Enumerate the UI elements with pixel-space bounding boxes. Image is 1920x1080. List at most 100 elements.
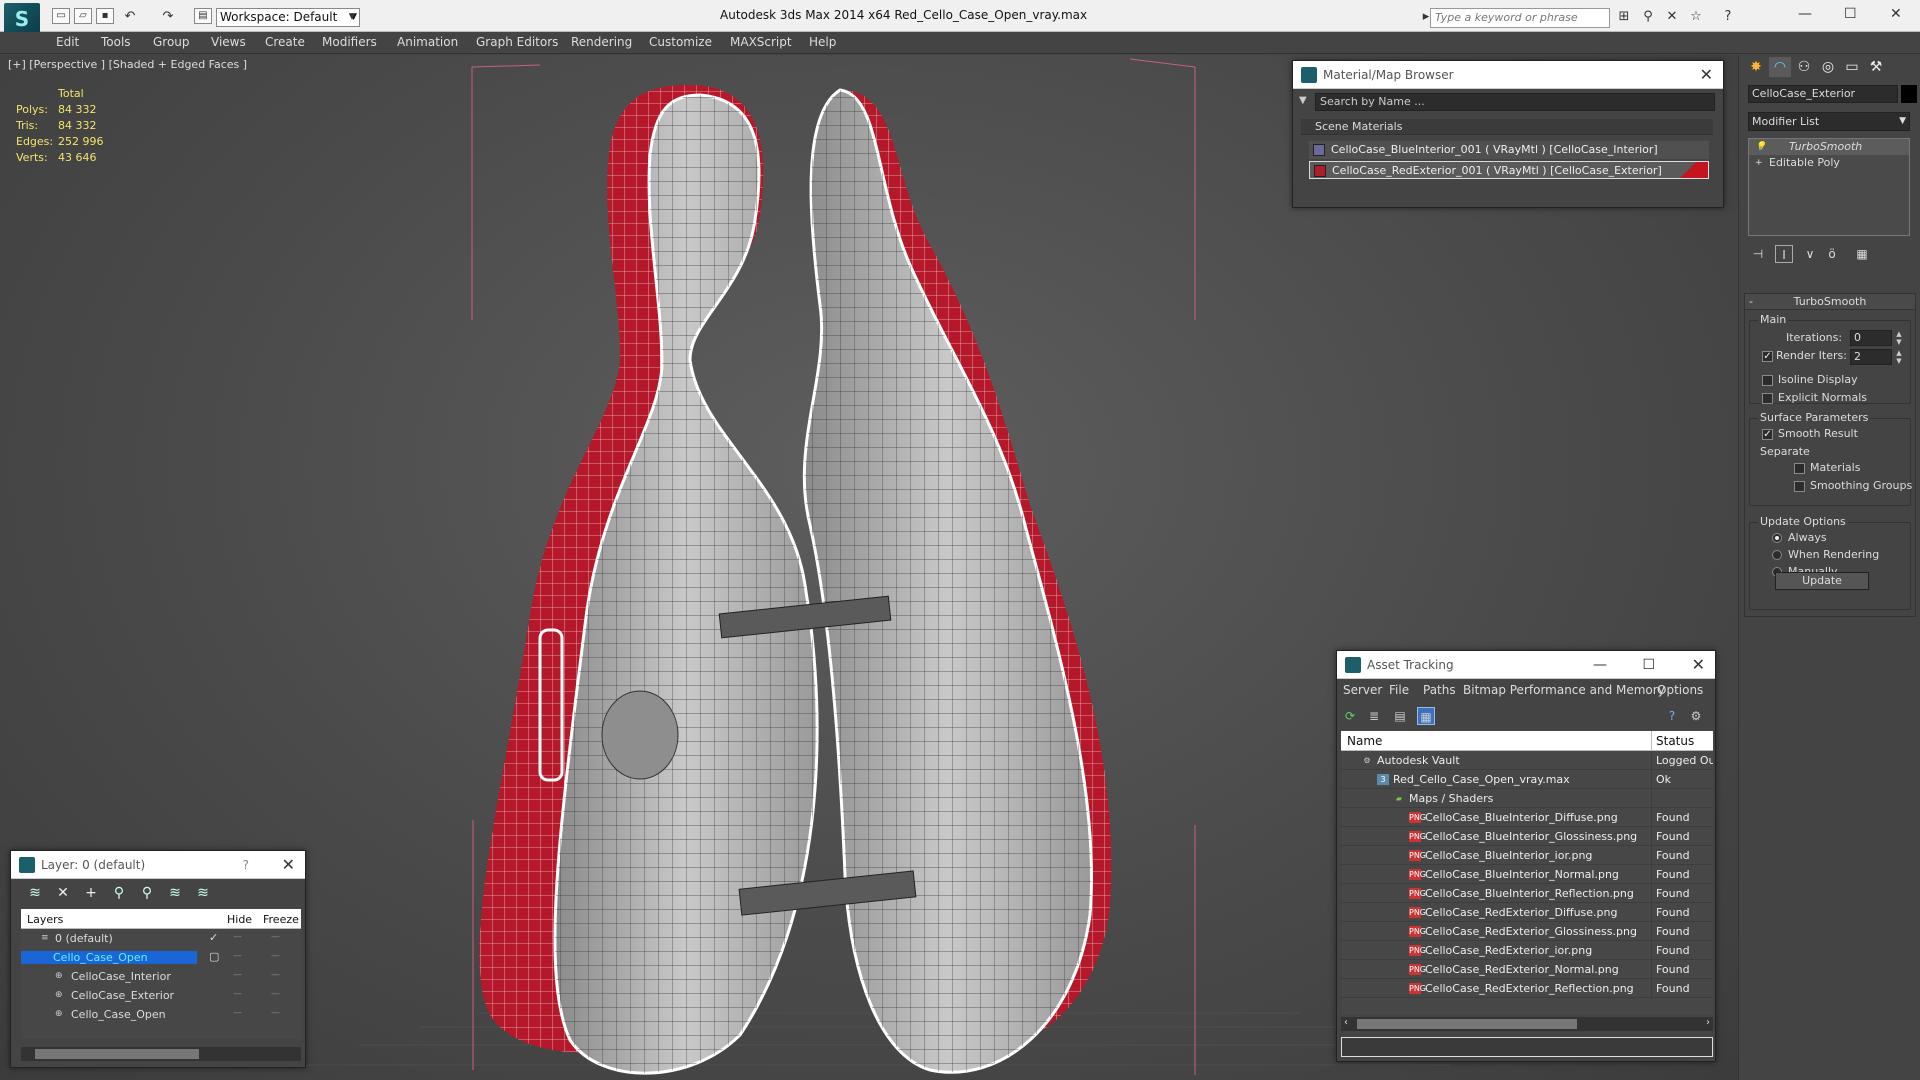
scrollbar-thumb[interactable] <box>35 1049 199 1059</box>
workspace-dropdown[interactable]: Workspace: Default ▼ <box>216 8 360 27</box>
horizontal-scrollbar[interactable]: ‹ › <box>1341 1017 1713 1031</box>
rollout-header[interactable]: - TurboSmooth <box>1745 294 1915 310</box>
communication-icon[interactable]: ✕ <box>1664 10 1680 24</box>
layer-row[interactable]: Cello_Case_Open ▢ — — <box>21 948 301 967</box>
table-row[interactable]: PNG CelloCase_BlueInterior_ior.png Found <box>1341 846 1713 865</box>
pin-stack-icon[interactable]: ⊣ <box>1749 245 1767 263</box>
project-folder-icon[interactable]: ▤ <box>194 8 212 24</box>
explicit-normals-checkbox[interactable] <box>1762 393 1773 404</box>
table-view-icon[interactable]: ▦ <box>1417 707 1435 725</box>
material-item[interactable]: CelloCase_BlueInterior_001 ( VRayMtl ) [… <box>1309 141 1709 159</box>
material-search-input[interactable]: Search by Name ... <box>1315 93 1715 111</box>
menu-tools[interactable]: Tools <box>101 35 131 49</box>
table-row[interactable]: PNG CelloCase_BlueInterior_Normal.png Foun… <box>1341 865 1713 884</box>
iterations-spinner[interactable]: 0 <box>1850 330 1892 346</box>
asset-tracking-titlebar[interactable]: Asset Tracking — ☐ ✕ <box>1337 651 1715 679</box>
table-row[interactable]: 3 Red_Cello_Case_Open_vray.max Ok <box>1341 770 1713 789</box>
thumbnail-view-icon[interactable]: ▤ <box>1391 707 1409 725</box>
menu-edit[interactable]: Edit <box>56 35 79 49</box>
table-row[interactable]: PNG CelloCase_RedExterior_Diffuse.png Foun… <box>1341 903 1713 922</box>
table-row[interactable]: PNG CelloCase_RedExterior_Reflection.png F… <box>1341 979 1713 998</box>
update-button[interactable]: Update <box>1775 572 1869 590</box>
menu-help[interactable]: Help <box>809 35 836 49</box>
at-menu-file[interactable]: File <box>1389 683 1409 697</box>
layer-manager-icon[interactable]: ≋ <box>25 883 45 903</box>
stack-item-turbosmooth[interactable]: 💡 TurboSmooth <box>1749 139 1909 155</box>
layers-column-header[interactable]: Layers <box>27 913 63 926</box>
settings-help-icon[interactable]: ⚙ <box>1687 707 1705 725</box>
at-menu-bitmap-performance[interactable]: Bitmap Performance and Memory <box>1463 683 1665 697</box>
status-column-header[interactable]: Status <box>1656 734 1694 748</box>
create-tab-icon[interactable]: ✸ <box>1745 57 1767 77</box>
menu-views[interactable]: Views <box>211 35 246 49</box>
table-row[interactable]: PNG CelloCase_BlueInterior_Glossiness.png… <box>1341 827 1713 846</box>
render-iters-spinner[interactable]: 2 <box>1850 349 1892 365</box>
menu-create[interactable]: Create <box>265 35 305 49</box>
redo-icon[interactable]: ↷ <box>160 10 176 24</box>
help-icon[interactable]: ? <box>1663 707 1681 725</box>
motion-tab-icon[interactable]: ◎ <box>1817 57 1839 77</box>
subscription-icon[interactable]: ⚲ <box>1640 10 1656 24</box>
new-file-icon[interactable]: ▭ <box>52 8 70 24</box>
render-iters-checkbox[interactable]: ✓ <box>1762 351 1773 362</box>
spinner-arrows-icon[interactable]: ▲ ▼ <box>1894 349 1904 365</box>
expand-plus-icon[interactable]: + <box>1755 155 1763 171</box>
at-menu-options[interactable]: Options <box>1657 683 1703 697</box>
table-row[interactable]: PNG CelloCase_RedExterior_Glossiness.png F… <box>1341 922 1713 941</box>
close-icon[interactable]: ✕ <box>1692 651 1705 679</box>
object-color-swatch[interactable] <box>1901 85 1917 103</box>
list-view-icon[interactable]: ≣ <box>1365 707 1383 725</box>
customize-arrow-icon[interactable]: ▾ <box>344 10 360 24</box>
layer-row[interactable]: ⊕ CelloCase_Exterior — — <box>21 986 301 1005</box>
table-row[interactable]: PNG CelloCase_RedExterior_ior.png Found <box>1341 941 1713 960</box>
lightbulb-icon[interactable]: 💡 <box>1755 139 1766 155</box>
freeze-all-icon[interactable]: ≋ <box>193 883 213 903</box>
horizontal-scrollbar[interactable] <box>21 1047 301 1061</box>
freeze-toggle[interactable]: — <box>271 970 280 980</box>
favorites-star-icon[interactable]: ☆ <box>1688 10 1704 24</box>
help-icon[interactable]: ? <box>1720 10 1736 24</box>
object-name-field[interactable]: CelloCase_Exterior <box>1748 85 1898 103</box>
binoculars-icon[interactable]: ⊞ <box>1616 10 1632 24</box>
close-icon[interactable]: ✕ <box>1890 6 1902 22</box>
smoothing-groups-checkbox[interactable] <box>1794 481 1805 492</box>
minimize-icon[interactable]: — <box>1593 651 1607 679</box>
remove-modifier-icon[interactable]: ö <box>1823 245 1841 263</box>
always-radio[interactable] <box>1772 533 1782 543</box>
freeze-toggle[interactable]: — <box>271 989 280 999</box>
table-row[interactable]: PNG CelloCase_RedExterior_Normal.png Found <box>1341 960 1713 979</box>
layer-row[interactable]: ⊕ CelloCase_Interior — — <box>21 967 301 986</box>
material-browser-titlebar[interactable]: Material/Map Browser ✕ <box>1293 61 1723 89</box>
material-item[interactable]: CelloCase_RedExterior_001 ( VRayMtl ) [C… <box>1309 161 1709 179</box>
close-icon[interactable]: ✕ <box>1700 61 1713 89</box>
scroll-left-icon[interactable]: ‹ <box>1344 1017 1348 1028</box>
modify-tab-icon[interactable]: ◠ <box>1769 57 1791 77</box>
chevron-down-icon[interactable]: ▼ <box>1299 95 1307 106</box>
scroll-right-icon[interactable]: › <box>1706 1017 1710 1028</box>
show-end-result-icon[interactable]: Ⅰ <box>1775 245 1793 263</box>
spinner-arrows-icon[interactable]: ▲ ▼ <box>1894 330 1904 346</box>
add-icon[interactable]: + <box>81 883 101 903</box>
menu-customize[interactable]: Customize <box>649 35 712 49</box>
open-file-icon[interactable]: ▱ <box>74 8 92 24</box>
layer-panel-titlebar[interactable]: Layer: 0 (default) ? ✕ <box>11 851 305 879</box>
minimize-icon[interactable]: — <box>1798 6 1812 22</box>
layer-row[interactable]: ≡ 0 (default) ✓ — — <box>21 929 301 948</box>
table-row[interactable]: PNG CelloCase_BlueInterior_Diffuse.png Fou… <box>1341 808 1713 827</box>
hide-toggle[interactable]: — <box>233 951 242 961</box>
modifier-list-dropdown[interactable]: Modifier List ▼ <box>1748 112 1910 131</box>
asset-path-field[interactable] <box>1341 1037 1713 1057</box>
table-row[interactable]: ▰ Maps / Shaders <box>1341 789 1713 808</box>
hide-all-icon[interactable]: ≋ <box>165 883 185 903</box>
menu-maxscript[interactable]: MAXScript <box>730 35 792 49</box>
menu-rendering[interactable]: Rendering <box>571 35 632 49</box>
hide-toggle[interactable]: — <box>233 932 242 942</box>
name-column-header[interactable]: Name <box>1347 734 1382 748</box>
freeze-column-header[interactable]: Freeze <box>263 913 299 926</box>
save-file-icon[interactable]: ▪ <box>96 8 114 24</box>
delete-layer-icon[interactable]: ✕ <box>53 883 73 903</box>
layer-row[interactable]: ⊕ Cello_Case_Open — — <box>21 1005 301 1024</box>
smooth-result-checkbox[interactable]: ✓ <box>1762 429 1773 440</box>
isoline-checkbox[interactable] <box>1762 375 1773 386</box>
hide-column-header[interactable]: Hide <box>227 913 252 926</box>
